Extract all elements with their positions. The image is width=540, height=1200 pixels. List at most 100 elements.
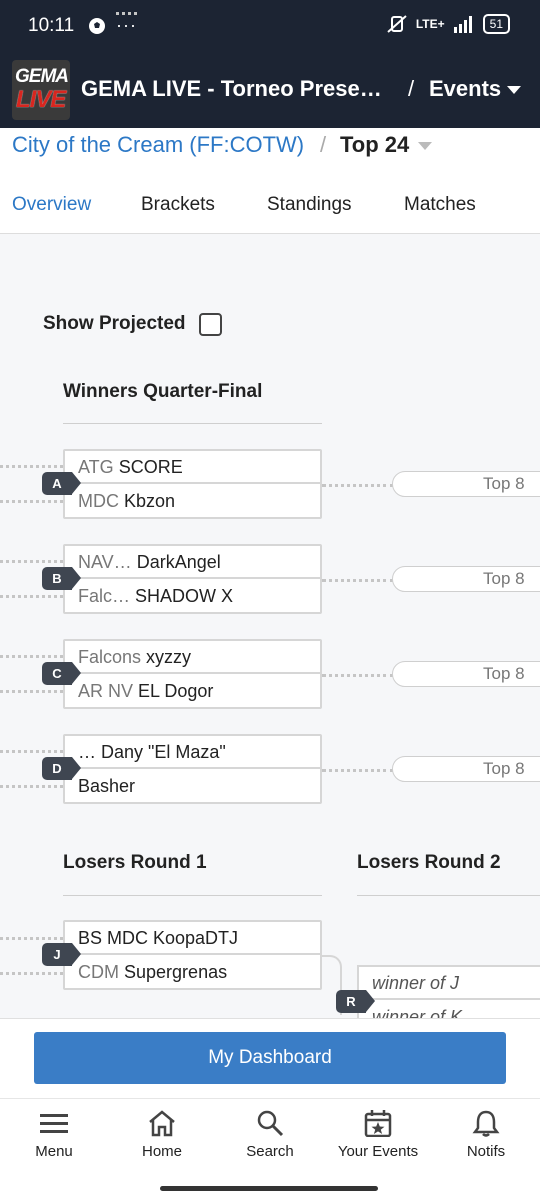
show-projected-checkbox[interactable] — [199, 313, 222, 336]
my-dashboard-button[interactable]: My Dashboard — [34, 1032, 506, 1084]
projected-slot: Top 8 — [392, 471, 540, 497]
status-bar: 10:11 ··· LTE+ 51 — [0, 0, 540, 52]
set-identifier: A — [42, 472, 81, 495]
nav-home[interactable]: Home — [112, 1109, 212, 1160]
home-indicator[interactable] — [160, 1186, 378, 1191]
team-prefix: MDC — [78, 491, 119, 511]
breadcrumb: City of the Cream (FF:COTW) / Top 24 — [0, 128, 540, 172]
team-prefix: Falc… — [78, 586, 131, 606]
set-identifier: D — [42, 757, 81, 780]
bracket-connector — [0, 560, 63, 563]
team-prefix: Falcons — [78, 647, 142, 667]
entrant-name: winner of J — [372, 973, 460, 993]
entrant-slot[interactable]: MDC Kbzon — [65, 485, 320, 518]
bracket-connector — [0, 595, 63, 598]
bracket-connector — [0, 500, 63, 503]
round-title-winners-qf: Winners Quarter-Final — [63, 381, 263, 402]
entrant-slot[interactable]: Falcons xyzzy — [65, 641, 320, 674]
entrant-name: SCORE — [118, 457, 183, 477]
team-prefix: NAV… — [78, 552, 132, 572]
set-identifier: C — [42, 662, 81, 685]
tab-bar: Overview Brackets Standings Matches — [0, 172, 540, 234]
entrant-slot[interactable]: NAV… DarkAngel — [65, 546, 320, 579]
status-time: 10:11 — [28, 15, 75, 36]
round-divider — [63, 895, 322, 896]
team-prefix: CDM — [78, 962, 119, 982]
bell-icon — [472, 1110, 500, 1137]
nav-label: Home — [141, 1143, 182, 1160]
entrant-name: winner of K — [372, 1007, 463, 1018]
round-title-losers-r1: Losers Round 1 — [63, 852, 207, 873]
nav-label: Notifs — [466, 1143, 506, 1160]
projected-slot: Top 8 — [392, 566, 540, 592]
search-icon — [257, 1110, 284, 1137]
dashboard-bar: My Dashboard — [0, 1018, 540, 1098]
tab-matches[interactable]: Matches — [404, 194, 476, 216]
bracket-connector — [0, 972, 63, 975]
event-link[interactable]: City of the Cream (FF:COTW) — [12, 132, 304, 158]
entrant-slot[interactable]: winner of J — [359, 967, 540, 1000]
header-separator: / — [408, 76, 415, 101]
status-right: LTE+ 51 — [386, 14, 510, 34]
round-divider — [63, 423, 322, 424]
entrant-slot[interactable]: … Dany "El Maza" — [65, 736, 320, 769]
entrant-slot[interactable]: BS MDC KoopaDTJ — [65, 922, 320, 955]
battery-indicator: 51 — [482, 14, 510, 34]
entrant-name: DarkAngel — [136, 552, 221, 572]
show-projected-label: Show Projected — [43, 313, 186, 334]
logo-text-bottom: LIVE — [16, 86, 66, 113]
bracket-connector — [322, 579, 394, 582]
bracket-connector — [0, 690, 63, 693]
set-identifier: B — [42, 567, 81, 590]
projected-slot: Top 8 — [392, 661, 540, 687]
entrant-slot[interactable]: Falc… SHADOW X — [65, 580, 320, 613]
nav-label: Your Events — [337, 1143, 419, 1160]
bracket-connector — [0, 937, 63, 940]
set-card[interactable]: Falcons xyzzy AR NV EL Dogor — [63, 639, 322, 709]
nav-label: Search — [246, 1143, 294, 1160]
entrant-name: Supergrenas — [124, 962, 228, 982]
entrant-name: … Dany "El Maza" — [78, 742, 226, 762]
round-divider — [357, 895, 540, 896]
soccer-ball-icon — [89, 18, 105, 34]
entrant-name: Basher — [78, 776, 136, 796]
team-prefix: ATG — [78, 457, 114, 477]
nav-label: Menu — [35, 1143, 73, 1160]
bracket-connector — [322, 769, 394, 772]
set-identifier: R — [336, 990, 375, 1013]
tab-standings[interactable]: Standings — [267, 194, 352, 216]
nav-search[interactable]: Search — [220, 1109, 320, 1160]
bracket-view[interactable]: Show Projected Winners Quarter-Final ATG… — [0, 235, 540, 1018]
phase-selector[interactable]: Top 24 — [340, 132, 409, 158]
entrant-slot[interactable]: Basher — [65, 770, 320, 803]
bracket-connector — [0, 750, 63, 753]
calendar-icon — [364, 1110, 392, 1137]
signal-icon — [453, 16, 472, 33]
entrant-slot[interactable]: CDM Supergrenas — [65, 956, 320, 989]
entrant-slot[interactable]: ATG SCORE — [65, 451, 320, 484]
tab-overview[interactable]: Overview — [12, 194, 91, 216]
events-dropdown[interactable]: Events — [429, 76, 501, 102]
status-overflow: ··· — [116, 12, 137, 35]
gesture-bar — [0, 1178, 540, 1200]
nav-notifs[interactable]: Notifs — [436, 1109, 536, 1160]
projected-slot: Top 8 — [392, 756, 540, 782]
set-card[interactable]: ATG SCORE MDC Kbzon — [63, 449, 322, 519]
nav-menu[interactable]: Menu — [4, 1109, 104, 1160]
entrant-slot[interactable]: winner of K — [359, 1001, 540, 1018]
tournament-title[interactable]: GEMA LIVE - Torneo Presentado por ... — [81, 76, 389, 102]
entrant-name: BS MDC KoopaDTJ — [78, 928, 239, 948]
set-identifier: J — [42, 943, 81, 966]
set-card[interactable]: … Dany "El Maza" Basher — [63, 734, 322, 804]
chevron-down-icon[interactable] — [507, 86, 521, 94]
logo-text-top: GEMA — [15, 66, 69, 87]
round-title-losers-r2: Losers Round 2 — [357, 852, 501, 873]
chevron-down-icon[interactable] — [418, 142, 432, 150]
set-card[interactable]: BS MDC KoopaDTJ CDM Supergrenas — [63, 920, 322, 990]
set-card[interactable]: winner of J winner of K — [357, 965, 540, 1018]
set-card[interactable]: NAV… DarkAngel Falc… SHADOW X — [63, 544, 322, 614]
tab-brackets[interactable]: Brackets — [141, 194, 215, 216]
entrant-slot[interactable]: AR NV EL Dogor — [65, 675, 320, 708]
gema-live-logo[interactable]: GEMA LIVE — [12, 60, 70, 120]
nav-your-events[interactable]: Your Events — [328, 1109, 428, 1160]
